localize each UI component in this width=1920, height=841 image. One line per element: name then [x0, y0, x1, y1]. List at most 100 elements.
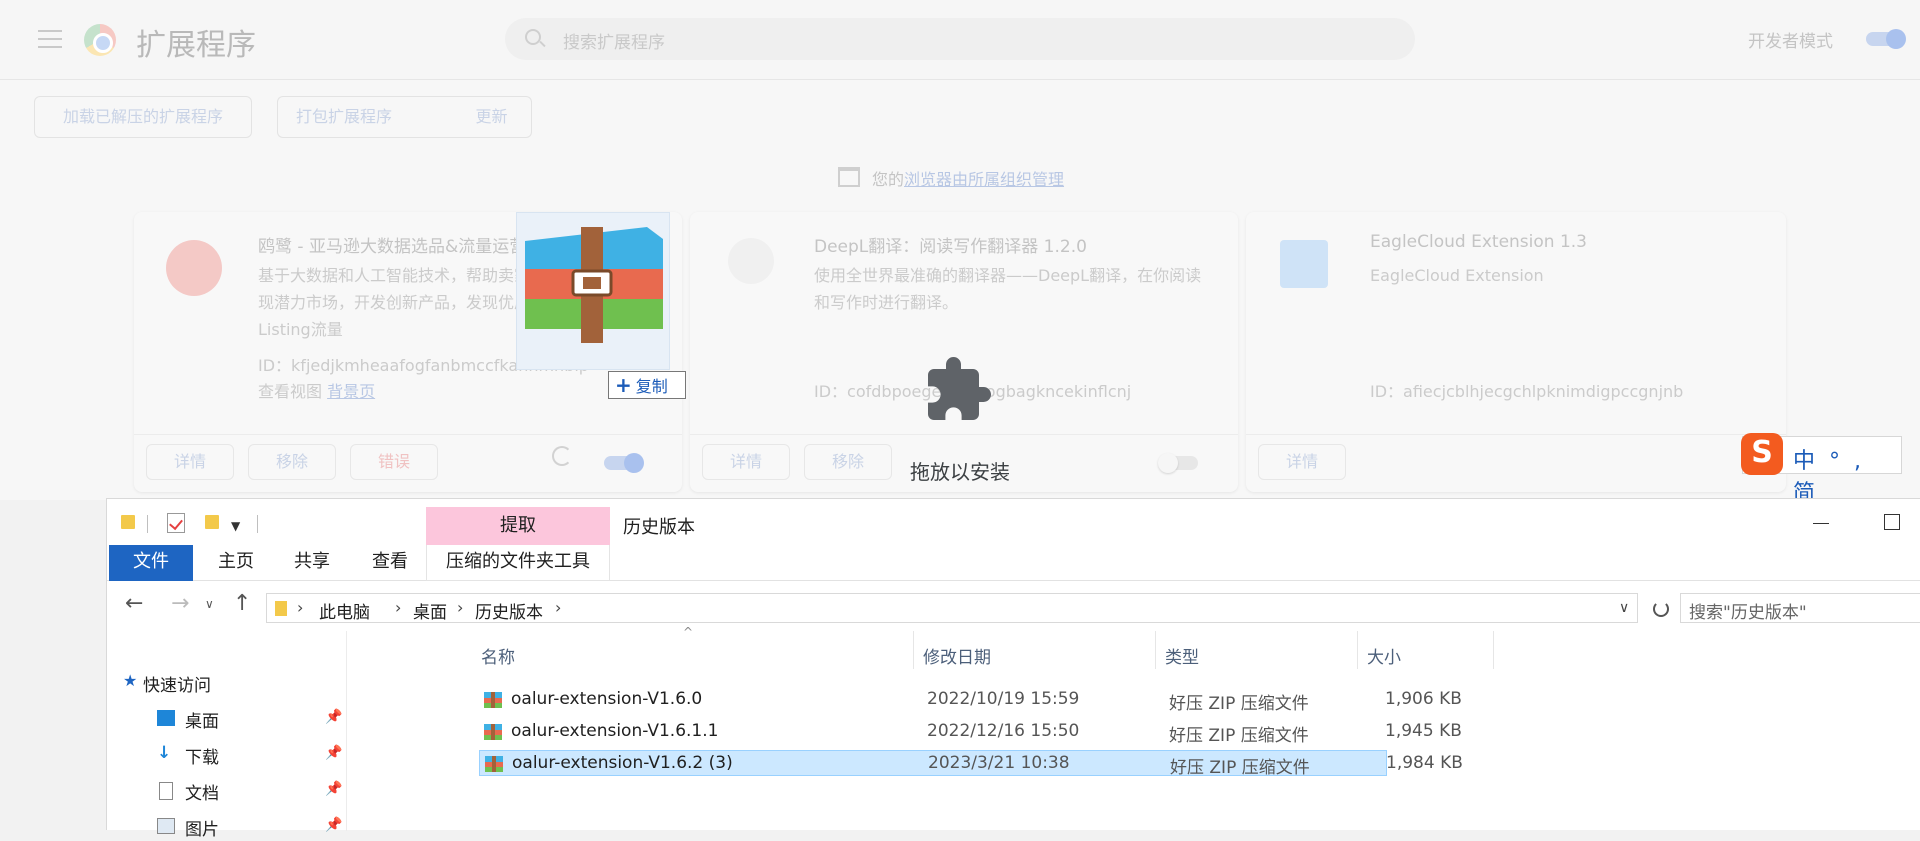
column-divider[interactable] [1493, 631, 1494, 669]
file-row[interactable]: oalur-extension-V1.6.1.1 2022/12/16 15:5… [479, 719, 1462, 746]
file-row-selected[interactable]: oalur-extension-V1.6.2 (3) 2023/3/21 10:… [479, 750, 1463, 778]
file-name: oalur-extension-V1.6.0 [511, 689, 703, 709]
enable-toggle[interactable] [604, 453, 644, 473]
update-button[interactable]: 更新 [452, 96, 532, 138]
page-title: 扩展程序 [136, 28, 256, 63]
extension-name: DeepL翻译：阅读写作翻译器 1.2.0 [814, 237, 1087, 257]
star-icon: ★ [123, 671, 138, 690]
file-date: 2023/3/21 10:38 [928, 753, 1070, 773]
plus-icon: + [615, 373, 632, 397]
file-name: oalur-extension-V1.6.1.1 [511, 721, 719, 741]
file-type: 好压 ZIP 压缩文件 [1170, 758, 1310, 778]
folder-icon [275, 601, 287, 616]
chevron-right-icon[interactable]: › [297, 598, 303, 617]
column-divider[interactable] [913, 631, 914, 669]
details-button[interactable]: 详情 [702, 444, 790, 480]
oalur-logo-icon [166, 240, 222, 296]
file-size: 1,984 KB [1386, 753, 1463, 773]
desktop-icon [157, 710, 175, 726]
managed-prefix: 您的 [872, 170, 905, 189]
extension-name: EagleCloud Extension 1.3 [1370, 232, 1587, 252]
extension-name: 鸥鹭 - 亚马逊大数据选品&流量运营 [258, 237, 527, 257]
nav-quick-access[interactable]: ★ 快速访问 [107, 667, 347, 697]
breadcrumb-history[interactable]: 历史版本 [475, 598, 543, 623]
nav-pictures[interactable]: 图片 📌 [107, 811, 347, 841]
errors-button[interactable]: 错误 [350, 444, 438, 480]
forward-arrow-icon[interactable]: → [171, 591, 189, 616]
drop-to-install-area[interactable]: 拖放以安装 [880, 340, 1040, 490]
up-arrow-icon[interactable]: ↑ [233, 591, 251, 616]
column-header-date[interactable]: 修改日期 [923, 643, 991, 668]
sogou-ime-icon: S [1741, 433, 1783, 475]
tab-file[interactable]: 文件 [109, 545, 193, 581]
extension-description: EagleCloud Extension [1370, 266, 1544, 285]
chrome-logo-icon [84, 24, 116, 56]
dev-mode-label: 开发者模式 [1748, 32, 1833, 52]
zip-archive-icon [485, 756, 503, 772]
column-header-type[interactable]: 类型 [1165, 643, 1199, 668]
chevron-right-icon[interactable]: › [395, 598, 401, 617]
pin-icon[interactable]: 📌 [325, 709, 342, 725]
tab-share[interactable]: 共享 [279, 545, 345, 581]
extension-card-eaglecloud: EagleCloud Extension 1.3 EagleCloud Exte… [1246, 212, 1786, 492]
breadcrumb-desktop[interactable]: 桌面 [413, 598, 447, 623]
qa-separator [257, 515, 258, 533]
back-arrow-icon[interactable]: ← [125, 591, 143, 616]
column-header-name[interactable]: 名称 [481, 643, 515, 668]
tab-compressed-folder-tools[interactable]: 压缩的文件夹工具 [426, 545, 610, 581]
pin-icon[interactable]: 📌 [325, 817, 342, 833]
managed-link[interactable]: 浏览器由所属组织管理 [904, 170, 1064, 189]
column-divider[interactable] [1155, 631, 1156, 669]
tab-home[interactable]: 主页 [203, 545, 269, 581]
nav-downloads[interactable]: ↓ 下载 📌 [107, 739, 347, 769]
nav-label: 快速访问 [143, 676, 211, 696]
chevron-right-icon[interactable]: › [555, 598, 561, 617]
load-unpacked-button[interactable]: 加载已解压的扩展程序 [34, 96, 252, 138]
qa-separator [147, 515, 148, 533]
extensions-toolbar: 扩展程序 搜索扩展程序 开发者模式 [0, 0, 1920, 80]
deepl-logo-icon [728, 238, 774, 284]
nav-documents[interactable]: 文档 📌 [107, 775, 347, 805]
new-folder-icon[interactable] [205, 515, 219, 529]
folder-search-input[interactable]: 搜索"历史版本" [1680, 593, 1920, 623]
pin-icon[interactable]: 📌 [325, 781, 342, 797]
zip-archive-icon [484, 724, 502, 740]
background-page-link[interactable]: 背景页 [327, 382, 375, 401]
address-bar[interactable]: › 此电脑 › 桌面 › 历史版本 › ∨ [266, 593, 1638, 623]
nav-desktop[interactable]: 桌面 📌 [107, 703, 347, 733]
file-size: 1,906 KB [1385, 689, 1462, 709]
ribbon-tabs: 文件 主页 共享 查看 压缩的文件夹工具 [107, 545, 1920, 581]
dragged-archive [516, 212, 670, 370]
tab-view[interactable]: 查看 [357, 545, 423, 581]
address-row: ← → ∨ ↑ › 此电脑 › 桌面 › 历史版本 › ∨ 搜索"历史版本" [107, 581, 1920, 631]
title-bar: ▼ 提取 历史版本 [107, 499, 1920, 545]
dev-actions-row: 加载已解压的扩展程序 打包扩展程序 更新 [0, 80, 1920, 140]
dev-mode-toggle[interactable] [1866, 29, 1906, 49]
properties-icon[interactable] [167, 513, 185, 533]
sort-ascending-icon: ^ [683, 625, 694, 639]
reload-icon[interactable] [552, 446, 572, 466]
refresh-icon[interactable] [1653, 601, 1669, 617]
breadcrumb-this-pc[interactable]: 此电脑 [319, 598, 370, 623]
chrome-extensions-page: 扩展程序 搜索扩展程序 开发者模式 加载已解压的扩展程序 打包扩展程序 更新 您… [0, 0, 1920, 506]
remove-button[interactable]: 移除 [248, 444, 336, 480]
column-divider[interactable] [1357, 631, 1358, 669]
minimize-icon[interactable] [1813, 523, 1829, 524]
chevron-down-icon[interactable]: ▼ [231, 519, 240, 533]
pin-icon[interactable]: 📌 [325, 745, 342, 761]
details-button[interactable]: 详情 [146, 444, 234, 480]
enable-toggle[interactable] [1158, 453, 1198, 473]
remove-button[interactable]: 移除 [804, 444, 892, 480]
hamburger-menu-icon[interactable] [38, 30, 62, 48]
file-row[interactable]: oalur-extension-V1.6.0 2022/10/19 15:59 … [479, 687, 1462, 714]
extension-search-input[interactable]: 搜索扩展程序 [505, 18, 1415, 60]
search-placeholder: 搜索扩展程序 [563, 33, 665, 53]
details-button[interactable]: 详情 [1258, 444, 1346, 480]
chevron-down-icon[interactable]: ∨ [1619, 600, 1629, 616]
column-header-size[interactable]: 大小 [1367, 643, 1401, 668]
recent-locations-icon[interactable]: ∨ [205, 597, 214, 611]
ime-status-bar[interactable]: S 中°,简 [1741, 433, 1902, 506]
chevron-right-icon[interactable]: › [457, 598, 463, 617]
extract-context-tab[interactable]: 提取 [426, 507, 610, 545]
maximize-icon[interactable] [1884, 514, 1900, 530]
